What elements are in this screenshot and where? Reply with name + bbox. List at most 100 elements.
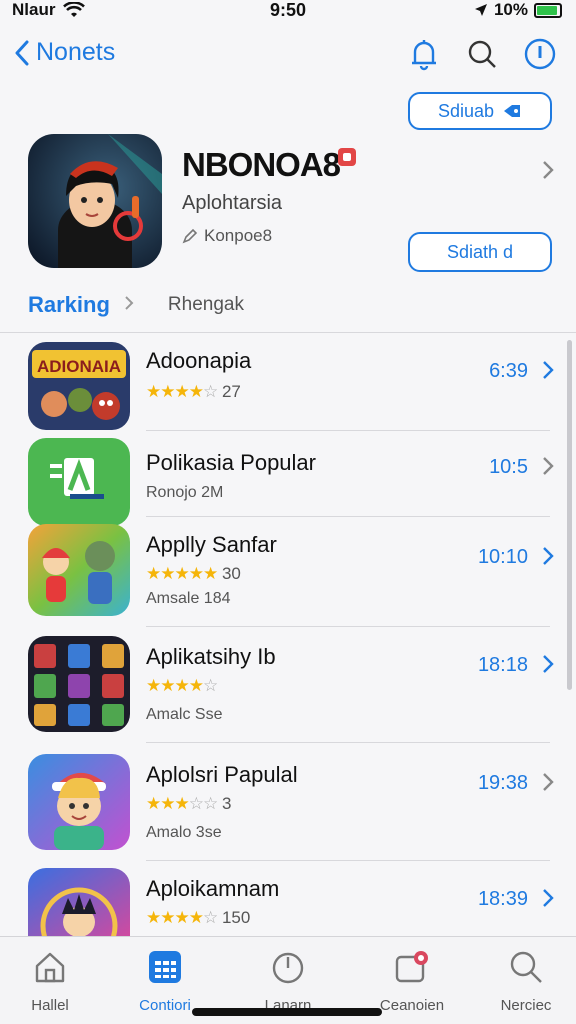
back-button[interactable]: Nonets bbox=[14, 38, 115, 67]
app-subtitle: Ronojo 2M bbox=[146, 484, 224, 501]
star-empty-icon: ☆☆ bbox=[188, 794, 219, 813]
rating-count: 3 bbox=[221, 794, 232, 813]
app-name: Aplikatsihy Ib bbox=[146, 644, 276, 669]
rating-count: 30 bbox=[221, 564, 241, 583]
tab-timer[interactable]: Lanarn bbox=[238, 947, 338, 1014]
back-label: Nonets bbox=[36, 38, 116, 66]
row-divider bbox=[146, 626, 550, 627]
star-empty-icon: ☆ bbox=[202, 382, 218, 401]
scrollbar[interactable] bbox=[567, 340, 572, 690]
chevron-right-icon[interactable] bbox=[542, 654, 554, 680]
featured-meta-label: Konpoe8 bbox=[204, 226, 273, 245]
bell-icon bbox=[412, 40, 436, 71]
featured-app-meta: Konpoe8 bbox=[182, 226, 272, 246]
star-rating-icon: ★★★★ bbox=[146, 908, 204, 927]
search-button[interactable] bbox=[464, 36, 500, 72]
nav-actions bbox=[406, 36, 558, 72]
app-rating: ★★★★☆ bbox=[146, 676, 218, 696]
featured-action-button[interactable]: Sdiath d bbox=[408, 232, 552, 272]
top-action-label: Sdiuab bbox=[437, 100, 495, 121]
tab-ranking[interactable]: Rarking bbox=[28, 292, 110, 318]
battery-percent: 10% bbox=[493, 0, 528, 19]
cartoon-characters-icon bbox=[28, 524, 130, 616]
navigation-bar: Nonets bbox=[0, 36, 576, 76]
featured-app-icon[interactable] bbox=[28, 134, 162, 268]
app-value[interactable]: 6:39 bbox=[489, 360, 528, 383]
app-name: Adoonapia bbox=[146, 348, 252, 373]
home-indicator[interactable] bbox=[192, 1008, 382, 1016]
app-value[interactable]: 18:39 bbox=[478, 888, 528, 911]
app-value[interactable]: 19:38 bbox=[478, 772, 528, 795]
game-icon: ADIONAIA bbox=[28, 342, 130, 430]
tab-content[interactable]: Contiori bbox=[115, 947, 215, 1014]
top-action-button[interactable]: Sdiuab bbox=[408, 92, 552, 130]
ranking-tabs: Rarking Rhengak bbox=[28, 292, 244, 318]
location-icon bbox=[474, 4, 487, 16]
row-divider bbox=[146, 860, 550, 861]
info-icon bbox=[524, 38, 556, 70]
app-row[interactable]: ADIONAIA Adoonapia ★★★★☆ 27 6:39 bbox=[0, 334, 576, 432]
app-row[interactable]: Aploikamnam ★★★★☆ 150 18:39 bbox=[0, 868, 576, 938]
tab-secondary[interactable]: Rhengak bbox=[168, 294, 244, 316]
app-rating: ★★★★☆ 27 bbox=[146, 382, 241, 402]
chevron-right-icon[interactable] bbox=[542, 772, 554, 798]
tabs-divider bbox=[0, 332, 576, 333]
status-right: 10% bbox=[474, 0, 562, 20]
star-rating-icon: ★★★ bbox=[146, 794, 190, 813]
app-value[interactable]: 10:5 bbox=[489, 456, 528, 479]
featured-chevron-icon[interactable] bbox=[542, 160, 554, 186]
app-row[interactable]: Aplolsri Papulal ★★★☆☆ 3 Amalo 3se 19:38 bbox=[0, 752, 576, 852]
chevron-right-icon[interactable] bbox=[542, 456, 554, 482]
app-rating: ★★★★★ 30 bbox=[146, 564, 241, 584]
app-subtitle: Amalc Sse bbox=[146, 706, 223, 723]
fantasy-game-icon bbox=[28, 868, 130, 936]
chevron-right-icon bbox=[124, 295, 134, 316]
tab-home-label: Hallel bbox=[31, 997, 69, 1014]
battery-icon bbox=[534, 2, 562, 18]
notification-icon bbox=[392, 947, 432, 987]
chevron-left-icon bbox=[15, 40, 29, 65]
info-button[interactable] bbox=[522, 36, 558, 72]
bell-button[interactable] bbox=[406, 36, 442, 72]
star-rating-icon: ★★★★ bbox=[146, 382, 204, 401]
chevron-right-icon[interactable] bbox=[542, 888, 554, 914]
app-icon bbox=[28, 754, 130, 850]
app-icon: ADIONAIA bbox=[28, 342, 130, 430]
tab-search-label: Nerciec bbox=[500, 997, 552, 1014]
star-empty-icon: ☆ bbox=[202, 908, 218, 927]
app-name: Applly Sanfar bbox=[146, 532, 277, 557]
status-bar: Nlaur 9:50 10% bbox=[0, 0, 576, 24]
app-icon bbox=[28, 868, 130, 936]
row-divider bbox=[146, 430, 550, 431]
rating-count: 27 bbox=[221, 382, 241, 401]
app-rating: ★★★★☆ 150 bbox=[146, 908, 250, 928]
search-icon bbox=[506, 947, 546, 987]
card-game-icon bbox=[28, 636, 130, 732]
app-icon bbox=[28, 438, 130, 526]
spreadsheet-app-icon bbox=[28, 438, 130, 526]
row-divider bbox=[146, 516, 550, 517]
tab-notifications[interactable]: Ceanoien bbox=[362, 947, 462, 1014]
featured-app-title[interactable]: NBONOA8 bbox=[182, 146, 341, 184]
star-empty-icon: ☆ bbox=[202, 676, 218, 695]
app-row[interactable]: Applly Sanfar ★★★★★ 30 Amsale 184 10:10 bbox=[0, 524, 576, 620]
app-value[interactable]: 10:10 bbox=[478, 546, 528, 569]
app-row[interactable]: Aplikatsihy Ib ★★★★☆ Amalc Sse 18:18 bbox=[0, 634, 576, 734]
rating-count: 150 bbox=[221, 908, 251, 927]
star-rating-icon: ★★★★ bbox=[146, 676, 204, 695]
app-subtitle: Amalo 3se bbox=[146, 824, 222, 841]
app-name: Aploikamnam bbox=[146, 876, 280, 901]
app-value[interactable]: 18:18 bbox=[478, 654, 528, 677]
tab-home[interactable]: Hallel bbox=[0, 947, 100, 1014]
app-row[interactable]: Polikasia Popular Ronojo 2M 10:5 bbox=[0, 438, 576, 526]
star-rating-icon: ★★★★★ bbox=[146, 564, 218, 583]
home-icon bbox=[30, 947, 70, 987]
tab-search[interactable]: Nerciec bbox=[476, 947, 576, 1014]
app-name: Aplolsri Papulal bbox=[146, 762, 298, 787]
featured-app-subtitle: Aplohtarsia bbox=[182, 192, 283, 214]
app-name: Polikasia Popular bbox=[146, 450, 316, 475]
featured-action-label: Sdiath d bbox=[446, 241, 514, 262]
app-icon bbox=[28, 636, 130, 732]
chevron-right-icon[interactable] bbox=[542, 360, 554, 386]
chevron-right-icon[interactable] bbox=[542, 546, 554, 572]
